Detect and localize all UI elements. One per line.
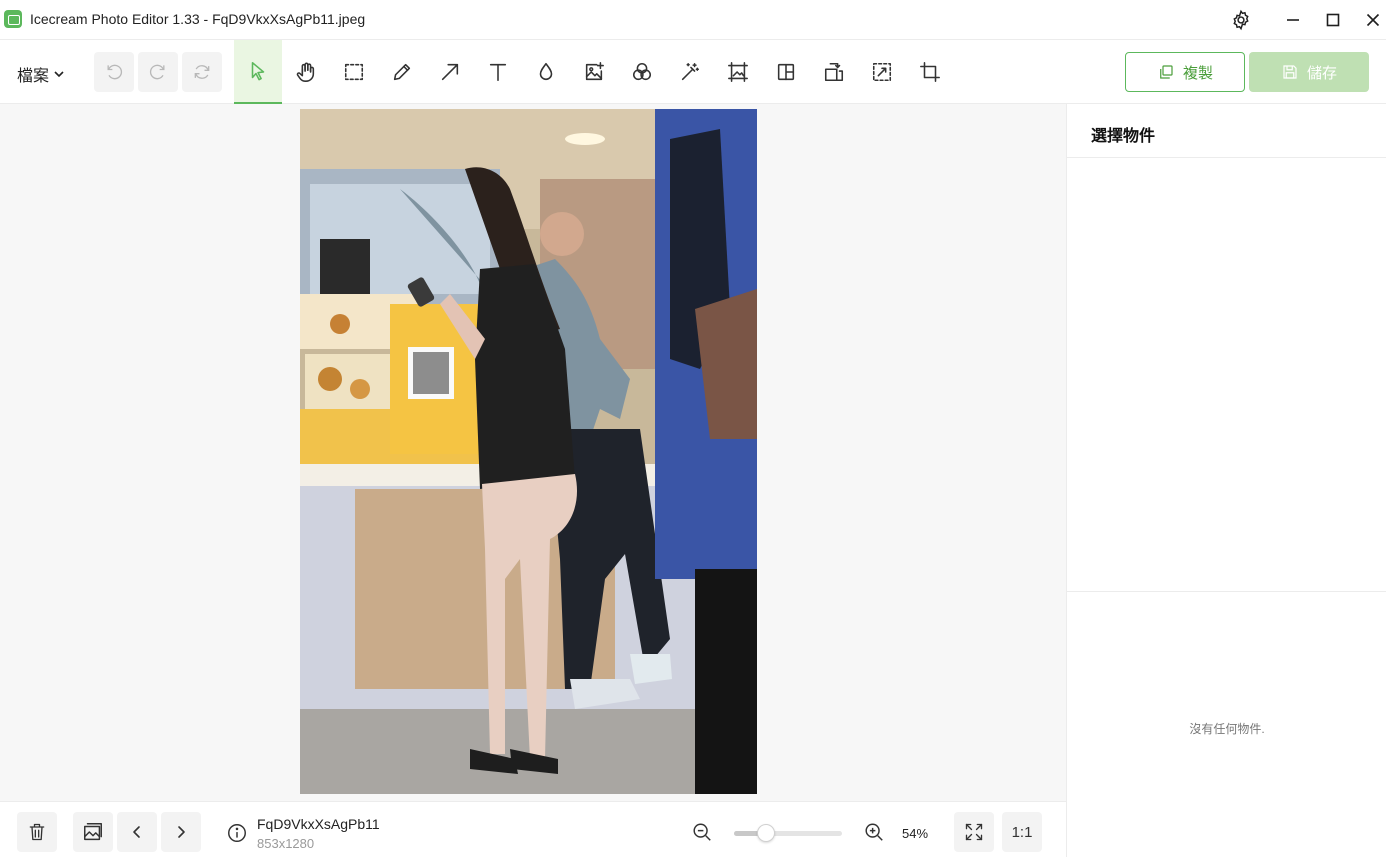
hand-icon [296, 62, 315, 82]
blur-tool[interactable] [522, 40, 570, 104]
images-icon [84, 823, 102, 841]
fullscreen-icon [965, 823, 983, 841]
rotate-image-icon [824, 62, 844, 82]
fit-screen-button[interactable] [954, 812, 994, 852]
gallery-button[interactable] [73, 812, 113, 852]
hand-tool[interactable] [282, 40, 330, 104]
refresh-icon [194, 65, 210, 79]
filters-tool[interactable] [618, 40, 666, 104]
info-icon[interactable] [226, 822, 248, 844]
object-panel: 選擇物件 沒有任何物件. [1066, 104, 1386, 857]
chevron-down-icon [54, 71, 64, 78]
resize-tool[interactable] [714, 40, 762, 104]
divider [1067, 591, 1386, 592]
crop-region-icon [872, 62, 892, 82]
file-name: FqD9VkxXsAgPb11 [257, 816, 380, 832]
collage-tool[interactable] [762, 40, 810, 104]
next-image-button[interactable] [161, 812, 201, 852]
app-camera-icon [4, 10, 22, 28]
zoom-slider[interactable] [734, 824, 842, 842]
image-add-icon [585, 62, 604, 81]
delete-button[interactable] [17, 812, 57, 852]
zoom-in-icon[interactable] [863, 821, 885, 843]
chevron-left-icon [133, 826, 140, 838]
crop-tool[interactable] [906, 40, 954, 104]
rotate-tool[interactable] [810, 40, 858, 104]
reset-button[interactable] [182, 52, 222, 92]
minimize-button[interactable] [1278, 6, 1308, 34]
floppy-disk-icon [1283, 65, 1297, 79]
save-button-label: 儲存 [1306, 64, 1337, 82]
zoom-slider-thumb[interactable] [757, 824, 776, 842]
crop-region-tool[interactable] [858, 40, 906, 104]
divider [1067, 157, 1386, 158]
crop-icon [920, 62, 940, 82]
trash-icon [29, 823, 45, 841]
file-dimensions: 853x1280 [257, 836, 315, 851]
redo-icon [149, 64, 165, 80]
filters-circles-icon [632, 62, 652, 81]
window-title: Icecream Photo Editor 1.33 - FqD9VkxXsAg… [30, 11, 366, 27]
title-bar: Icecream Photo Editor 1.33 - FqD9VkxXsAg… [0, 0, 1386, 40]
redo-button[interactable] [138, 52, 178, 92]
arrow-tool[interactable] [426, 40, 474, 104]
zoom-out-icon[interactable] [691, 821, 713, 843]
select-tool[interactable] [234, 40, 282, 104]
arrow-icon [441, 63, 459, 81]
editor-canvas[interactable] [0, 104, 1066, 801]
chevron-right-icon [178, 826, 185, 838]
pencil-icon [393, 63, 411, 81]
main-toolbar: 檔案 複製 儲存 [0, 40, 1386, 104]
copy-button-label: 複製 [1182, 64, 1213, 82]
settings-gear-icon[interactable] [1226, 6, 1256, 34]
empty-objects-message: 沒有任何物件. [1189, 722, 1265, 736]
file-menu-label: 檔案 [17, 68, 50, 85]
text-icon [489, 63, 507, 82]
text-tool[interactable] [474, 40, 522, 104]
pen-tool[interactable] [378, 40, 426, 104]
file-menu-button[interactable]: 檔案 [17, 62, 65, 86]
actual-size-button[interactable]: 1:1 [1002, 812, 1042, 852]
bottom-bar: FqD9VkxXsAgPb11 853x1280 54% 1:1 [0, 801, 1066, 857]
resize-frame-icon [728, 62, 748, 82]
close-window-button[interactable] [1358, 6, 1386, 34]
save-button[interactable]: 儲存 [1249, 52, 1369, 92]
previous-image-button[interactable] [117, 812, 157, 852]
add-image-tool[interactable] [570, 40, 618, 104]
dashed-rectangle-icon [344, 63, 364, 81]
marquee-tool[interactable] [330, 40, 378, 104]
magic-tool[interactable] [666, 40, 714, 104]
edited-photo[interactable] [300, 109, 757, 794]
undo-button[interactable] [94, 52, 134, 92]
droplet-icon [539, 62, 553, 81]
object-panel-title: 選擇物件 [1091, 128, 1156, 145]
cursor-arrow-icon [251, 61, 265, 81]
magic-wand-icon [681, 62, 700, 81]
maximize-button[interactable] [1318, 6, 1348, 34]
undo-icon [107, 64, 123, 80]
zoom-percent: 54% [902, 826, 929, 841]
layout-grid-icon [777, 63, 795, 81]
copy-icon [1160, 65, 1173, 79]
copy-button[interactable]: 複製 [1125, 52, 1245, 92]
actual-size-label: 1:1 [1011, 823, 1033, 841]
